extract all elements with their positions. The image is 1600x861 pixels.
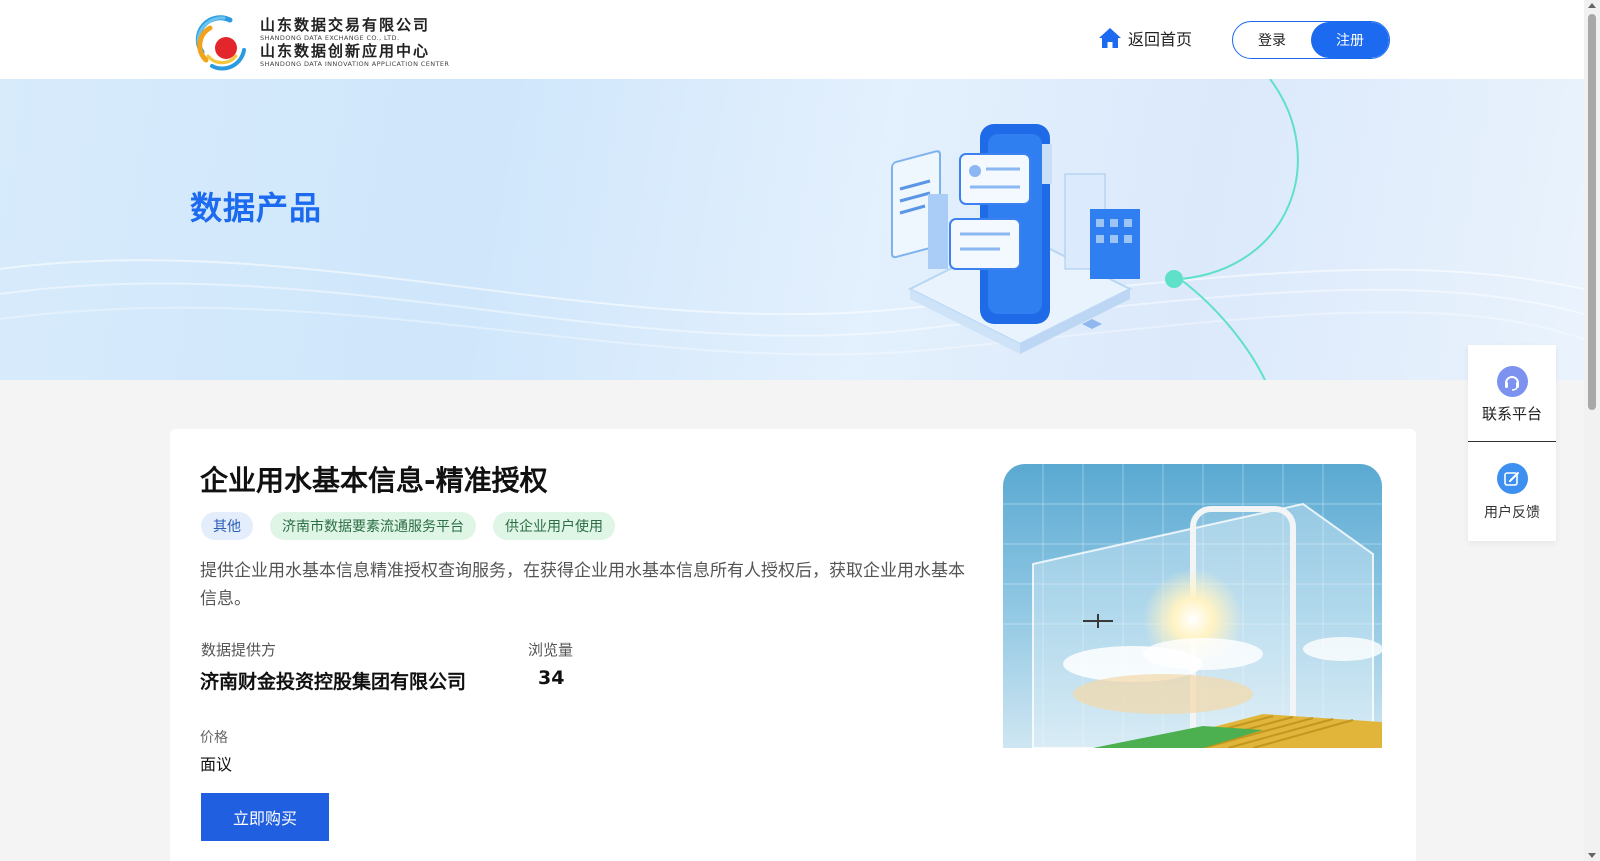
price-value: 面议	[200, 755, 233, 774]
logo-mark-icon	[190, 12, 252, 74]
page-scrollbar[interactable]	[1584, 0, 1600, 861]
headset-icon	[1496, 366, 1528, 397]
scroll-up-icon[interactable]	[1588, 3, 1596, 8]
product-description: 提供企业用水基本信息精准授权查询服务，在获得企业用水基本信息所有人授权后，获取企…	[200, 561, 965, 609]
product-image	[1003, 464, 1382, 748]
buy-now-button[interactable]: 立即购买	[201, 793, 329, 841]
scrollbar-thumb[interactable]	[1588, 14, 1596, 410]
logo-center-name: 山东数据创新应用中心	[260, 42, 431, 60]
banner-illustration	[891, 124, 1140, 354]
tag-category: 其他	[201, 512, 253, 540]
tag-platform: 济南市数据要素流通服务平台	[270, 512, 476, 540]
login-button[interactable]: 登录	[1233, 22, 1311, 58]
product-title: 企业用水基本信息-精准授权	[200, 464, 548, 497]
page-title: 数据产品	[190, 189, 323, 227]
user-feedback-button[interactable]: 用户反馈	[1468, 443, 1556, 541]
home-link-label: 返回首页	[1128, 30, 1193, 49]
price-label: 价格	[200, 730, 228, 746]
home-icon	[1099, 28, 1121, 48]
provider-label: 数据提供方	[201, 641, 277, 659]
top-header: 山东数据交易有限公司 SHANDONG DATA EXCHANGE CO., L…	[0, 0, 1584, 79]
tag-audience: 供企业用户使用	[493, 512, 615, 540]
page-banner: 数据产品	[0, 79, 1584, 380]
banner-wave-decoration	[0, 79, 1584, 380]
provider-value: 济南财金投资控股集团有限公司	[200, 671, 467, 693]
home-link[interactable]: 返回首页	[1098, 26, 1192, 50]
views-label: 浏览量	[528, 641, 574, 659]
views-value: 34	[538, 667, 565, 689]
logo-center-name-en: SHANDONG DATA INNOVATION APPLICATION CEN…	[260, 60, 450, 68]
contact-platform-label: 联系平台	[1481, 405, 1542, 423]
site-logo[interactable]: 山东数据交易有限公司 SHANDONG DATA EXCHANGE CO., L…	[190, 12, 449, 74]
floating-side-panel: 联系平台 用户反馈	[1468, 345, 1556, 541]
product-tags: 其他 济南市数据要素流通服务平台 供企业用户使用	[201, 512, 632, 540]
scroll-down-icon[interactable]	[1588, 853, 1596, 858]
contact-platform-button[interactable]: 联系平台	[1468, 345, 1556, 442]
product-detail-card: 企业用水基本信息-精准授权 其他 济南市数据要素流通服务平台 供企业用户使用 提…	[170, 429, 1416, 861]
logo-company-name: 山东数据交易有限公司	[260, 16, 431, 34]
auth-toggle: 登录 注册	[1232, 21, 1390, 59]
edit-icon	[1496, 463, 1528, 494]
user-feedback-label: 用户反馈	[1484, 505, 1540, 521]
register-button[interactable]: 注册	[1311, 22, 1389, 58]
